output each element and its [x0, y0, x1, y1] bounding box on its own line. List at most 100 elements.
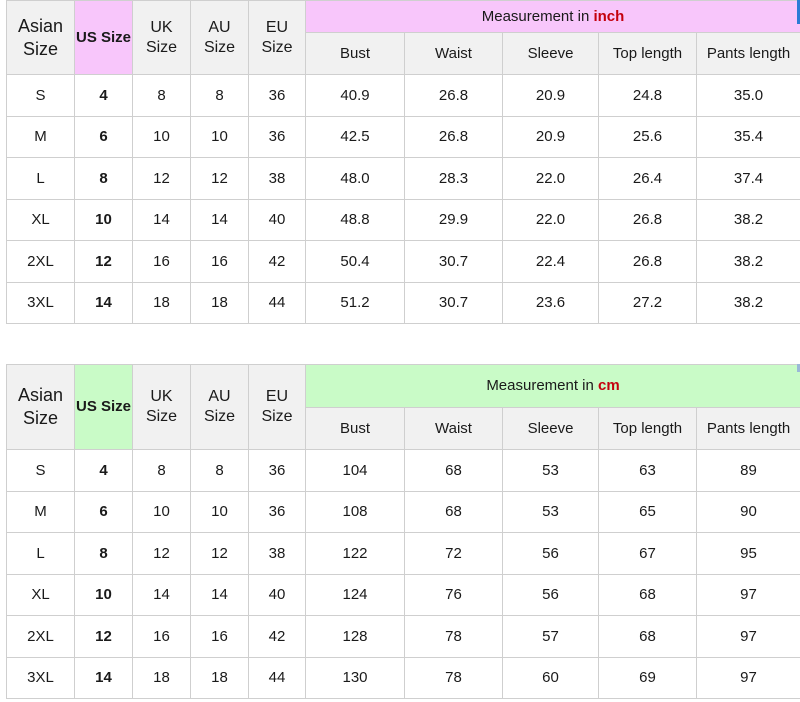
table-cell: 36 — [248, 490, 306, 533]
table-cell: 14 — [132, 198, 191, 241]
table-cell: 60 — [502, 656, 599, 699]
table-cell: 35.0 — [695, 74, 800, 117]
table-cell: 38 — [248, 532, 306, 575]
table-cell: 8 — [190, 449, 249, 492]
table-cell: 26.8 — [404, 115, 503, 158]
table-row: 3XL 14 18 18 44 51.2 30.7 23.6 27.2 38.2 — [6, 281, 800, 324]
table-row: XL 10 14 14 40 48.8 29.9 22.0 26.8 38.2 — [6, 198, 800, 241]
inch-size-table: Asian Size US Size UK Size AU Size EU Size Me… — [6, 0, 800, 324]
table-row: XL 10 14 14 40 124 76 56 68 97 — [6, 573, 800, 616]
table-cell: 26.4 — [598, 157, 697, 200]
column-header-bust: Bust — [305, 32, 405, 75]
table-cell: 12 — [190, 532, 249, 575]
table-cell: 68 — [598, 615, 697, 658]
table-row: L 8 12 12 38 122 72 56 67 95 — [6, 532, 800, 575]
size-chart-table: Asian Size US Size UK Size AU Size EU Size Me… — [6, 364, 800, 699]
measurement-prefix: Measurement in — [481, 8, 594, 26]
table-cell: 90 — [695, 490, 800, 533]
table-cell: 124 — [305, 573, 405, 616]
table-cell: M — [6, 115, 75, 158]
column-header-pants-length: Pants length — [695, 406, 800, 450]
table-cell: 65 — [598, 490, 697, 533]
table-cell: 97 — [695, 573, 800, 616]
table-cell: 42 — [248, 240, 306, 283]
table-row: S 4 8 8 36 40.9 26.8 20.9 24.8 35.0 — [6, 74, 800, 117]
table-cell: 128 — [305, 615, 405, 658]
table-cell: 72 — [404, 532, 503, 575]
table-cell: 3XL — [6, 281, 75, 324]
table-cell: 6 — [74, 115, 133, 158]
header-uk-size: UK Size — [132, 0, 191, 75]
table-cell: 18 — [190, 281, 249, 324]
table-cell: 10 — [74, 573, 133, 616]
table-cell: 14 — [190, 573, 249, 616]
table-cell: 2XL — [6, 240, 75, 283]
table-cell: 16 — [132, 615, 191, 658]
table-cell: 68 — [404, 449, 503, 492]
table-cell: 122 — [305, 532, 405, 575]
table-cell: 38 — [248, 157, 306, 200]
table-cell: 8 — [190, 74, 249, 117]
table-cell: 10 — [74, 198, 133, 241]
table-cell: 30.7 — [404, 281, 503, 324]
column-header-pants-length: Pants length — [695, 32, 800, 75]
table-cell: 10 — [190, 490, 249, 533]
header-uk-size: UK Size — [132, 364, 191, 450]
table-cell: 48.8 — [305, 198, 405, 241]
table-cell: 27.2 — [598, 281, 697, 324]
table-cell: 10 — [190, 115, 249, 158]
table-cell: 6 — [74, 490, 133, 533]
table-row: 2XL 12 16 16 42 128 78 57 68 97 — [6, 615, 800, 658]
table-cell: 23.6 — [502, 281, 599, 324]
table-cell: 4 — [74, 449, 133, 492]
table-cell: 104 — [305, 449, 405, 492]
table-cell: 20.9 — [502, 74, 599, 117]
table-cell: S — [6, 449, 75, 492]
column-header-waist: Waist — [404, 32, 503, 75]
table-cell: 16 — [190, 615, 249, 658]
measurement-unit-header: Measurement in inch — [304, 0, 800, 34]
table-cell: 89 — [695, 449, 800, 492]
header-us-size: US Size — [74, 364, 133, 450]
table-cell: 63 — [598, 449, 697, 492]
table-cell: 4 — [74, 74, 133, 117]
table-cell: 97 — [695, 615, 800, 658]
table-cell: 37.4 — [695, 157, 800, 200]
table-cell: 29.9 — [404, 198, 503, 241]
measurement-unit: inch — [593, 8, 625, 26]
table-cell: 51.2 — [305, 281, 405, 324]
table-row: S 4 8 8 36 104 68 53 63 89 — [6, 449, 800, 492]
table-cell: 40 — [248, 573, 306, 616]
table-cell: 8 — [132, 74, 191, 117]
column-header-sleeve: Sleeve — [502, 406, 599, 450]
table-cell: 28.3 — [404, 157, 503, 200]
cm-size-table: Asian Size US Size UK Size AU Size EU Size Me… — [6, 364, 800, 699]
header-eu-size: EU Size — [248, 0, 306, 75]
table-cell: 26.8 — [404, 74, 503, 117]
table-row: 2XL 12 16 16 42 50.4 30.7 22.4 26.8 38.2 — [6, 240, 800, 283]
table-cell: 14 — [74, 281, 133, 324]
table-cell: 26.8 — [598, 198, 697, 241]
table-cell: 10 — [132, 115, 191, 158]
header-au-size: AU Size — [190, 0, 249, 75]
table-cell: 16 — [132, 240, 191, 283]
table-cell: 53 — [502, 449, 599, 492]
measurement-unit-header: Measurement in cm — [304, 364, 800, 408]
table-cell: 42.5 — [305, 115, 405, 158]
table-cell: 56 — [502, 573, 599, 616]
table-row: M 6 10 10 36 42.5 26.8 20.9 25.6 35.4 — [6, 115, 800, 158]
table-cell: 40 — [248, 198, 306, 241]
table-cell: 22.0 — [502, 198, 599, 241]
table-cell: 44 — [248, 281, 306, 324]
table-cell: 18 — [190, 656, 249, 699]
measurement-prefix: Measurement in — [486, 377, 599, 395]
table-cell: S — [6, 74, 75, 117]
table-cell: 78 — [404, 615, 503, 658]
table-cell: 14 — [190, 198, 249, 241]
header-us-size: US Size — [74, 0, 133, 75]
table-row: M 6 10 10 36 108 68 53 65 90 — [6, 490, 800, 533]
header-asian-size: Asian Size — [6, 0, 75, 75]
table-cell: 26.8 — [598, 240, 697, 283]
table-cell: 53 — [502, 490, 599, 533]
column-header-top-length: Top length — [598, 406, 697, 450]
